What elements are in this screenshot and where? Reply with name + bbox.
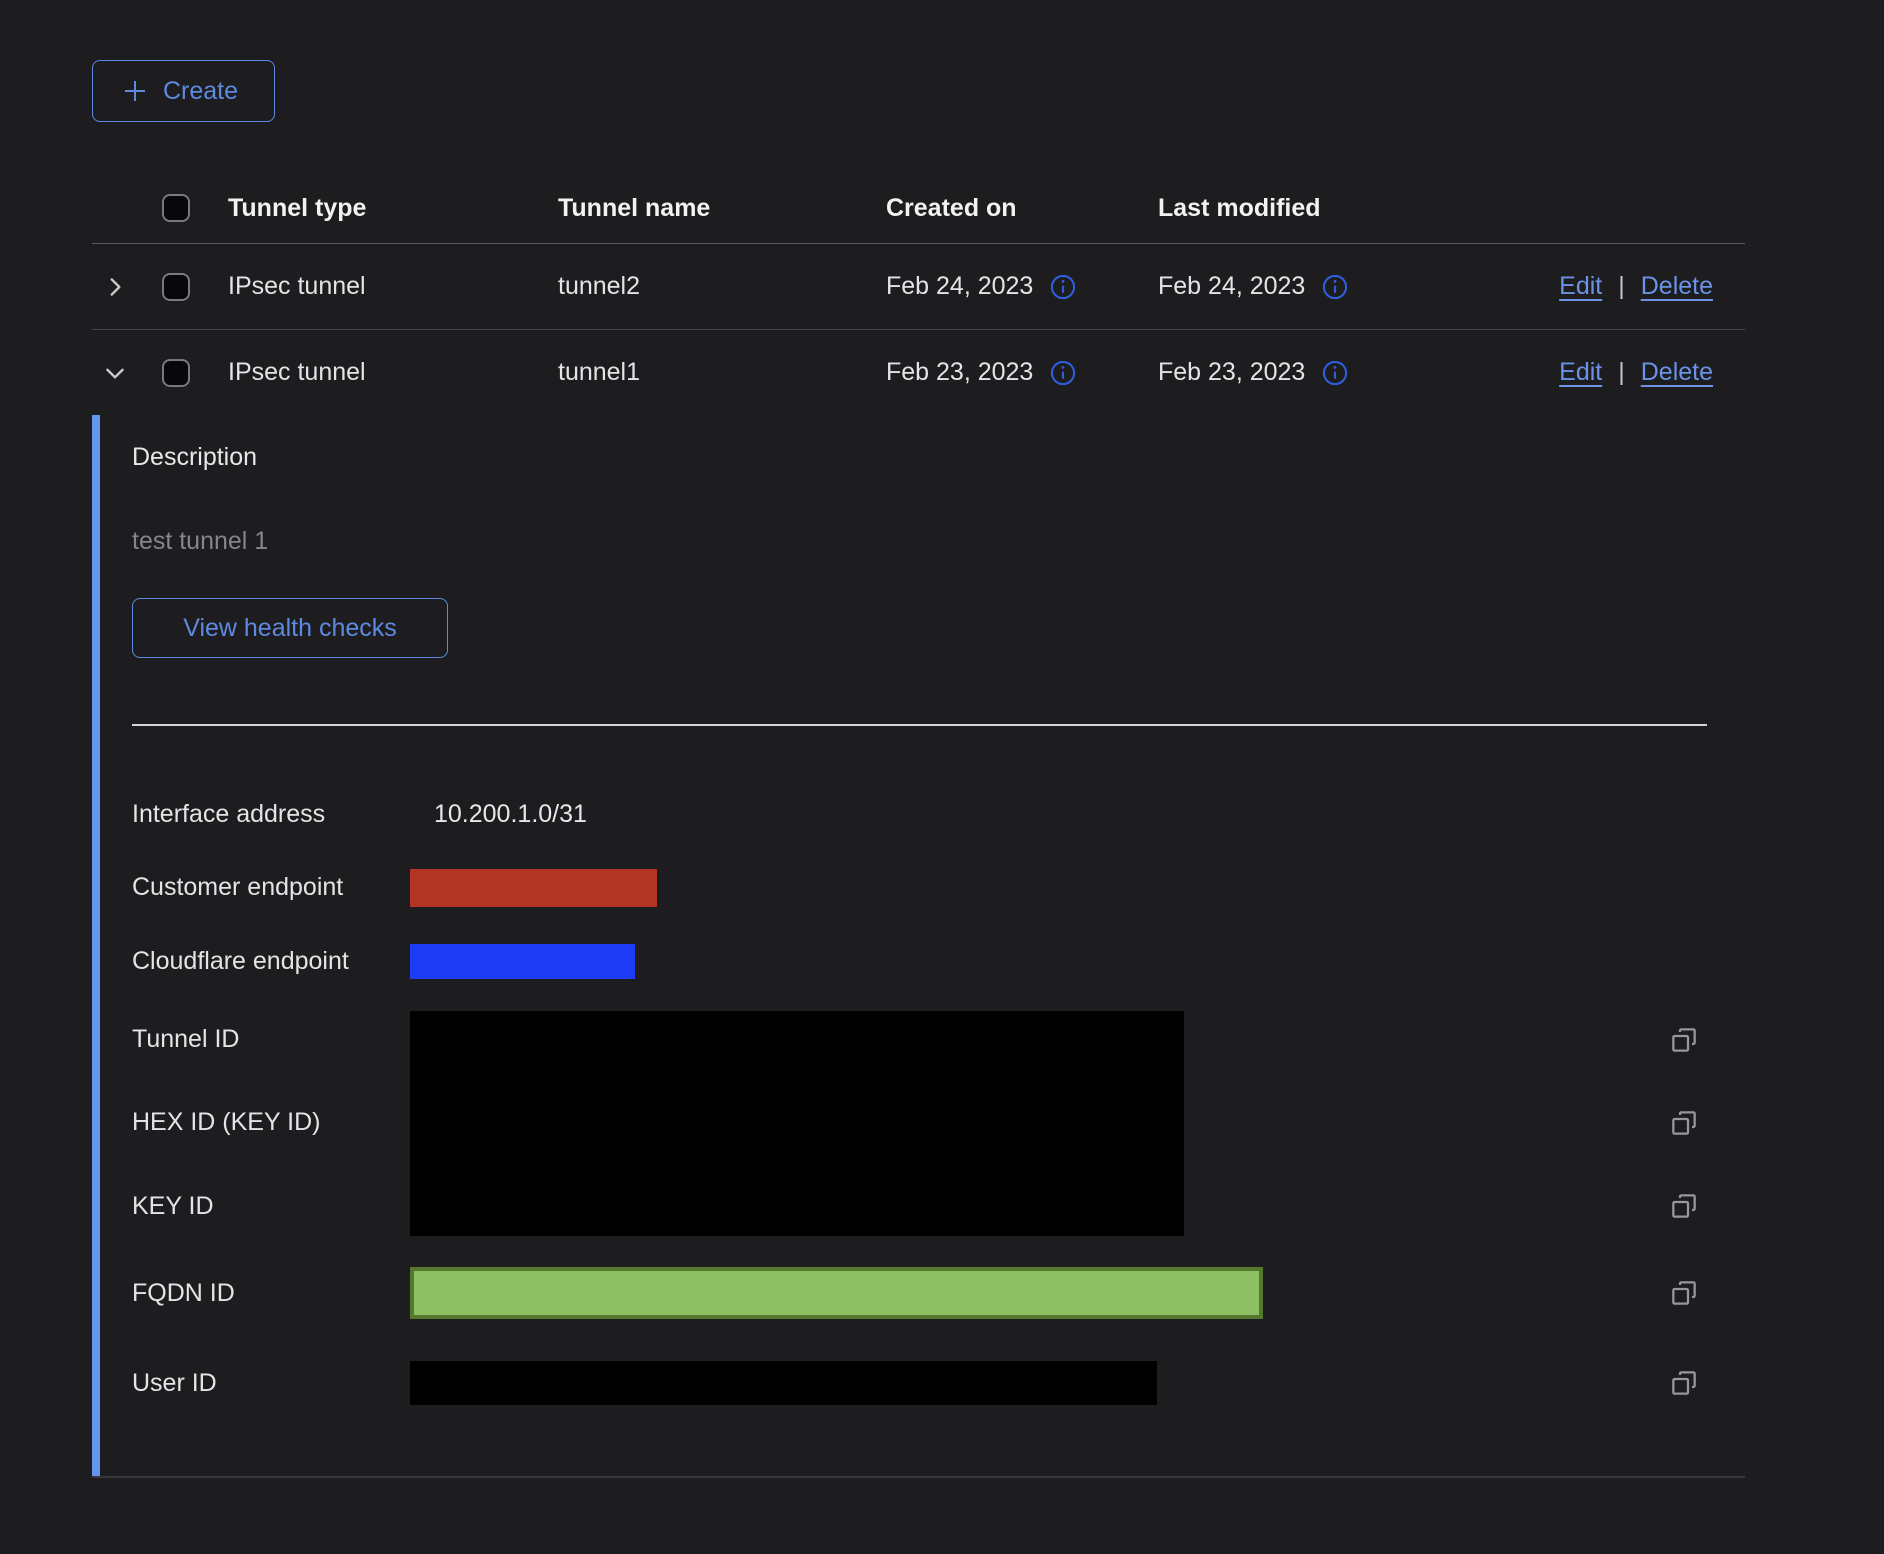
select-all-checkbox[interactable]: [162, 194, 190, 222]
fqdn-id-label: FQDN ID: [132, 1279, 410, 1308]
created-on-value: Feb 23, 2023: [886, 358, 1033, 387]
copy-icon[interactable]: [1668, 1107, 1700, 1139]
chevron-down-icon: [102, 360, 128, 386]
delete-link[interactable]: Delete: [1641, 358, 1713, 387]
collapse-toggle[interactable]: [92, 360, 162, 386]
cell-tunnel-name: tunnel2: [558, 272, 886, 301]
user-id-redacted-value: [410, 1361, 1157, 1405]
info-circle-icon[interactable]: [1049, 273, 1077, 301]
interface-address-value: 10.200.1.0/31: [434, 800, 587, 829]
copy-icon[interactable]: [1668, 1190, 1700, 1222]
tunnel-id-row: Tunnel ID: [132, 998, 1745, 1081]
panel-divider: [132, 724, 1707, 726]
fqdn-id-row: FQDN ID: [132, 1248, 1745, 1338]
cell-last-modified: Feb 24, 2023: [1158, 272, 1448, 301]
edit-link[interactable]: Edit: [1559, 272, 1602, 301]
cell-created-on: Feb 23, 2023: [886, 358, 1158, 387]
interface-address-label: Interface address: [132, 800, 410, 829]
created-on-value: Feb 24, 2023: [886, 272, 1033, 301]
edit-link[interactable]: Edit: [1559, 358, 1602, 387]
user-id-label: User ID: [132, 1369, 410, 1398]
user-id-row: User ID: [132, 1338, 1745, 1428]
copy-icon[interactable]: [1668, 1277, 1700, 1309]
tunnel-id-label: Tunnel ID: [132, 1025, 410, 1054]
col-header-tunnel-name: Tunnel name: [558, 194, 886, 223]
table-row: IPsec tunnel tunnel2 Feb 24, 2023 Feb 24…: [92, 244, 1745, 329]
create-button-label: Create: [163, 77, 238, 106]
table-row: IPsec tunnel tunnel1 Feb 23, 2023 Feb 23…: [92, 330, 1745, 415]
cloudflare-endpoint-redacted-value: [410, 944, 635, 979]
cell-tunnel-name: tunnel1: [558, 358, 886, 387]
last-modified-value: Feb 24, 2023: [1158, 272, 1305, 301]
info-circle-icon[interactable]: [1321, 273, 1349, 301]
hex-id-row: HEX ID (KEY ID): [132, 1081, 1745, 1164]
cloudflare-endpoint-label: Cloudflare endpoint: [132, 947, 410, 976]
interface-address-row: Interface address 10.200.1.0/31: [132, 778, 1745, 851]
create-button[interactable]: Create: [92, 60, 275, 122]
col-header-created-on: Created on: [886, 194, 1158, 223]
customer-endpoint-redacted-value: [410, 869, 657, 907]
info-circle-icon[interactable]: [1049, 359, 1077, 387]
key-id-row: KEY ID: [132, 1165, 1745, 1248]
chevron-right-icon: [102, 274, 128, 300]
col-header-last-modified: Last modified: [1158, 194, 1448, 223]
description-label: Description: [132, 415, 1745, 472]
cell-actions: Edit | Delete: [1448, 358, 1745, 387]
key-id-label: KEY ID: [132, 1192, 410, 1221]
last-modified-value: Feb 23, 2023: [1158, 358, 1305, 387]
view-health-checks-button[interactable]: View health checks: [132, 598, 448, 658]
id-fields-group: Tunnel ID HEX ID (KEY ID): [132, 998, 1745, 1248]
customer-endpoint-row: Customer endpoint: [132, 851, 1745, 924]
cell-tunnel-type: IPsec tunnel: [228, 358, 558, 387]
copy-icon[interactable]: [1668, 1024, 1700, 1056]
tunnel-detail-panel: Description test tunnel 1 View health ch…: [92, 415, 1745, 1476]
table-bottom-divider: [92, 1476, 1745, 1478]
description-value: test tunnel 1: [132, 526, 1745, 556]
fqdn-id-redacted-value: [410, 1267, 1263, 1319]
copy-icon[interactable]: [1668, 1367, 1700, 1399]
cell-last-modified: Feb 23, 2023: [1158, 358, 1448, 387]
col-header-tunnel-type: Tunnel type: [228, 194, 558, 223]
info-circle-icon[interactable]: [1321, 359, 1349, 387]
cell-created-on: Feb 24, 2023: [886, 272, 1158, 301]
customer-endpoint-label: Customer endpoint: [132, 873, 410, 902]
expand-toggle[interactable]: [92, 274, 162, 300]
row-checkbox[interactable]: [162, 359, 190, 387]
action-separator: |: [1618, 272, 1625, 301]
cloudflare-endpoint-row: Cloudflare endpoint: [132, 924, 1745, 998]
tunnels-page: Create Tunnel type Tunnel name Created o…: [0, 0, 1884, 1554]
action-separator: |: [1618, 358, 1625, 387]
table-header: Tunnel type Tunnel name Created on Last …: [92, 173, 1745, 243]
cell-actions: Edit | Delete: [1448, 272, 1745, 301]
cell-tunnel-type: IPsec tunnel: [228, 272, 558, 301]
tunnels-content: Create Tunnel type Tunnel name Created o…: [92, 0, 1745, 1478]
row-checkbox[interactable]: [162, 273, 190, 301]
plus-icon: [121, 77, 149, 105]
delete-link[interactable]: Delete: [1641, 272, 1713, 301]
hex-id-label: HEX ID (KEY ID): [132, 1108, 410, 1137]
